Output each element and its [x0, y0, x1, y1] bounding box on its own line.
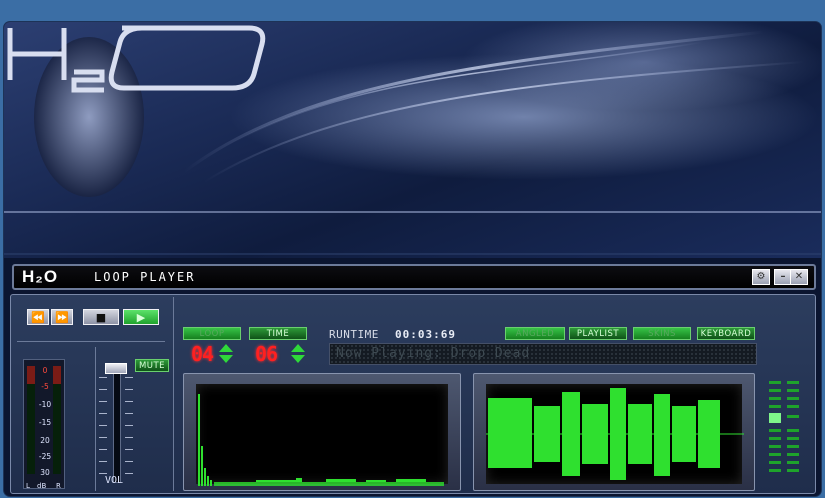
player-titlebar[interactable]: H₂O LOOP PLAYER ⚙ – ✕ — [12, 264, 816, 290]
skins-button[interactable]: SKINS — [633, 327, 691, 340]
waveform-graph — [486, 388, 744, 480]
level-meter-thumb[interactable] — [769, 413, 781, 423]
meter-label-right: R — [56, 482, 61, 490]
volume-ticks-left — [99, 377, 107, 477]
close-button[interactable]: ✕ — [790, 269, 808, 285]
vu-meter-panel: 0 -5 -10 -15 20 -25 30 L dB R — [23, 359, 65, 490]
time-counter: 06 — [255, 342, 278, 366]
angled-button[interactable]: ANGLED — [505, 327, 565, 340]
loop-counter: 04 — [191, 342, 214, 366]
h2o-logo — [7, 25, 266, 93]
fast-forward-icon: ⏩ — [55, 310, 69, 324]
close-icon: ✕ — [794, 271, 804, 282]
keyboard-button[interactable]: KEYBOARD — [697, 327, 755, 340]
up-arrow-icon[interactable] — [291, 344, 305, 352]
control-panel: ⏪ ⏩ ■ ▶ 0 -5 -10 -15 20 -25 30 L dB R VO… — [10, 294, 816, 494]
volume-ticks-right — [125, 377, 133, 477]
down-arrow-icon[interactable] — [219, 355, 233, 363]
down-arrow-icon[interactable] — [291, 355, 305, 363]
skins-label: SKINS — [648, 328, 676, 339]
settings-icon: ⚙ — [756, 271, 766, 282]
playlist-label: PLAYLIST — [576, 328, 620, 339]
db-tick: 30 — [40, 468, 50, 477]
panel-divider — [17, 341, 165, 342]
stop-button[interactable]: ■ — [83, 309, 119, 325]
mute-label: MUTE — [138, 360, 166, 371]
brand-title: H₂O — [22, 267, 59, 286]
rewind-icon: ⏪ — [31, 310, 45, 324]
now-playing-display: Now Playing: Drop Dead — [329, 343, 757, 365]
fast-forward-button[interactable]: ⏩ — [51, 309, 73, 325]
up-arrow-icon[interactable] — [219, 344, 233, 352]
volume-divider — [95, 347, 96, 491]
vu-meter-left — [27, 366, 35, 474]
level-meter-right — [765, 381, 803, 479]
waveform-display — [473, 373, 755, 491]
banner-artwork — [4, 22, 821, 258]
panel-divider-vertical — [173, 297, 174, 491]
runtime-value: 00:03:69 — [395, 328, 456, 341]
mute-button[interactable]: MUTE — [135, 359, 169, 372]
db-tick: -25 — [38, 452, 52, 461]
volume-label: VOL — [105, 475, 124, 486]
db-tick: -15 — [38, 418, 52, 427]
spectrum-analyzer — [183, 373, 461, 491]
db-tick: 0 — [42, 366, 48, 375]
db-tick: -5 — [41, 382, 49, 391]
stop-icon: ■ — [95, 310, 107, 324]
settings-button[interactable]: ⚙ — [752, 269, 770, 285]
player-subtitle: LOOP PLAYER — [94, 270, 196, 284]
volume-thumb[interactable] — [105, 363, 127, 374]
volume-track[interactable] — [113, 365, 121, 483]
play-button[interactable]: ▶ — [123, 309, 159, 325]
player-window: H₂O LOOP PLAYER ⚙ – ✕ ⏪ ⏩ ■ ▶ 0 -5 -10 -… — [4, 22, 821, 496]
meter-label-left: L — [26, 482, 30, 490]
angled-label: ANGLED — [515, 328, 555, 339]
time-label: TIME — [266, 328, 290, 339]
spectrum-graph — [198, 394, 444, 486]
rewind-button[interactable]: ⏪ — [27, 309, 49, 325]
db-tick: 20 — [40, 436, 50, 445]
loop-button[interactable]: LOOP — [183, 327, 241, 340]
time-button[interactable]: TIME — [249, 327, 307, 340]
playlist-button[interactable]: PLAYLIST — [569, 327, 627, 340]
loop-label: LOOP — [199, 328, 225, 339]
meter-label-db: dB — [37, 482, 47, 490]
db-tick: -10 — [38, 400, 52, 409]
db-scale: 0 -5 -10 -15 20 -25 30 — [36, 364, 54, 478]
minimize-icon: – — [780, 271, 786, 282]
keyboard-label: KEYBOARD — [700, 328, 752, 339]
runtime-label: RUNTIME — [329, 328, 379, 341]
volume-control: VOL — [99, 359, 139, 489]
play-icon: ▶ — [136, 310, 146, 324]
vu-meter-right — [53, 366, 61, 474]
